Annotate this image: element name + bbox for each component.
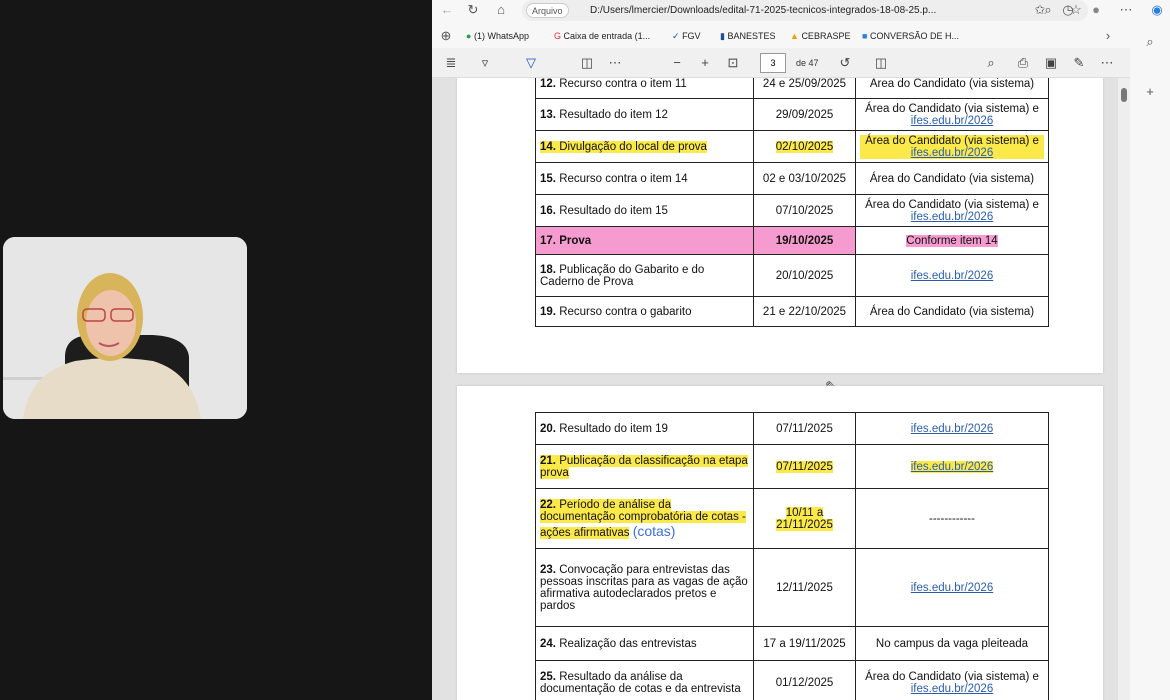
schedule-table-top: 12. Recurso contra o item 11 24 e 25/09/… [535, 78, 1049, 327]
table-row: 17. Prova 19/10/2025 Conforme item 14 [535, 226, 1049, 255]
browser-window: ← ↻ ⌂ Arquivo D:/Users/lmercier/Download… [432, 0, 1170, 700]
bookmark-conversao[interactable]: ■ CONVERSÃO DE H... [862, 29, 959, 43]
link[interactable]: ifes.edu.br/2026 [860, 683, 1044, 695]
save-icon[interactable]: ▣ [1042, 54, 1060, 72]
toolbar-more-icon[interactable]: ⋯ [606, 54, 624, 72]
vertical-scrollbar[interactable] [1118, 78, 1130, 700]
table-row: 13. Resultado do item 12 29/09/2025 Área… [535, 98, 1049, 131]
table-row: 19. Recurso contra o gabarito 21 e 22/10… [535, 296, 1049, 327]
schedule-table-bottom: 20. Resultado do item 19 07/11/2025 ifes… [535, 412, 1049, 700]
bookmark-fgv[interactable]: ✓ FGV [672, 29, 701, 43]
table-row: 16. Resultado do item 15 07/10/2025 Área… [535, 194, 1049, 227]
copilot-icon[interactable]: ◉ [1148, 0, 1166, 20]
page-number-input[interactable]: 3 [760, 53, 786, 73]
home-icon[interactable]: ⌂ [492, 0, 510, 20]
history-icon[interactable]: ◷ [1060, 0, 1076, 20]
chevron-right-icon[interactable]: › [1100, 26, 1116, 46]
link[interactable]: ifes.edu.br/2026 [860, 211, 1044, 223]
profile-avatar-icon[interactable]: ● [1088, 0, 1104, 20]
pdf-toolbar: ≣ ▿ ▽ ◫ ⋯ − + ⊡ 3 de 47 ↺ ◫ ⌕ ⎙ ▣ ✎ ⋯ [432, 48, 1170, 78]
handwritten-annotation: (cotas) [632, 522, 676, 539]
zoom-in-icon[interactable]: + [696, 54, 714, 72]
bookmarks-bar: ⊕ ● (1) WhatsApp G Caixa de entrada (1..… [432, 24, 1170, 48]
bookmark-cebraspe[interactable]: ▲ CEBRASPE [790, 29, 850, 43]
webcam-video [3, 237, 247, 419]
save-as-icon[interactable]: ✎ [1070, 54, 1088, 72]
table-row: 23. Convocação para entrevistas das pess… [535, 548, 1049, 627]
globe-icon: ⊕ [440, 28, 452, 43]
fit-page-icon[interactable]: ⊡ [724, 54, 742, 72]
page-total: de 47 [796, 58, 819, 68]
url-box[interactable]: Arquivo D:/Users/lmercier/Downloads/edit… [522, 0, 1088, 21]
pdf-page-2: 12. Recurso contra o item 11 24 e 25/09/… [457, 78, 1103, 373]
page-view-icon[interactable]: ◫ [872, 54, 890, 72]
search-icon[interactable]: ⌕ [982, 54, 1000, 72]
settings-more-icon[interactable]: ⋯ [1098, 54, 1116, 72]
link[interactable]: ifes.edu.br/2026 [911, 270, 993, 282]
link[interactable]: ifes.edu.br/2026 [910, 460, 994, 473]
presenter-image [3, 237, 247, 419]
link[interactable]: ifes.edu.br/2026 [911, 582, 993, 594]
more-menu-icon[interactable]: ⋯ [1118, 0, 1134, 20]
favorites-icon[interactable]: ✩ [1032, 0, 1048, 20]
link[interactable]: ifes.edu.br/2026 [860, 115, 1044, 127]
table-row: 21. Publicação da classificação na etapa… [535, 444, 1049, 489]
back-icon[interactable]: ← [438, 0, 456, 20]
video-area [0, 0, 432, 700]
pdf-page-3: 20. Resultado do item 19 07/11/2025 ifes… [457, 386, 1103, 700]
highlight-icon[interactable]: ▿ [476, 54, 494, 72]
table-row: 14. Divulgação do local de prova 02/10/2… [535, 130, 1049, 163]
table-row: 25. Resultado da análise da documentação… [535, 660, 1049, 700]
table-row: 24. Realização das entrevistas 17 a 19/1… [535, 626, 1049, 661]
rotate-icon[interactable]: ↺ [836, 54, 854, 72]
bookmark-whatsapp[interactable]: ● (1) WhatsApp [466, 29, 529, 43]
link[interactable]: ifes.edu.br/2026 [911, 423, 993, 435]
url-text[interactable]: D:/Users/lmercier/Downloads/edital-71-20… [590, 3, 936, 18]
draw-icon[interactable]: ▽ [522, 54, 540, 72]
sidebar-add-icon[interactable]: + [1142, 82, 1158, 102]
edge-sidebar: ⌕ + [1130, 24, 1170, 700]
table-row: 22. Período de análise da documentação c… [535, 488, 1049, 549]
contents-icon[interactable]: ≣ [442, 54, 460, 72]
sidebar-search-icon[interactable]: ⌕ [1142, 32, 1158, 52]
bookmark-gmail[interactable]: G Caixa de entrada (1... [554, 29, 650, 43]
table-row: 20. Resultado do item 19 07/11/2025 ifes… [535, 412, 1049, 445]
zoom-out-icon[interactable]: − [668, 54, 686, 72]
address-bar-row: ← ↻ ⌂ Arquivo D:/Users/lmercier/Download… [432, 0, 1170, 24]
file-chip[interactable]: Arquivo [526, 3, 569, 18]
scrollbar-thumb[interactable] [1121, 88, 1127, 102]
table-row: 12. Recurso contra o item 11 24 e 25/09/… [535, 78, 1049, 99]
read-aloud-icon[interactable]: ◫ [578, 54, 596, 72]
link[interactable]: ifes.edu.br/2026 [860, 146, 1044, 159]
bookmark-banestes[interactable]: ▮ BANESTES [720, 29, 775, 43]
print-icon[interactable]: ⎙ [1014, 54, 1032, 72]
pdf-viewer[interactable]: 12. Recurso contra o item 11 24 e 25/09/… [432, 78, 1130, 700]
table-row: 18. Publicação do Gabarito e do Caderno … [535, 254, 1049, 297]
refresh-icon[interactable]: ↻ [464, 0, 482, 20]
table-row: 15. Recurso contra o item 14 02 e 03/10/… [535, 162, 1049, 195]
